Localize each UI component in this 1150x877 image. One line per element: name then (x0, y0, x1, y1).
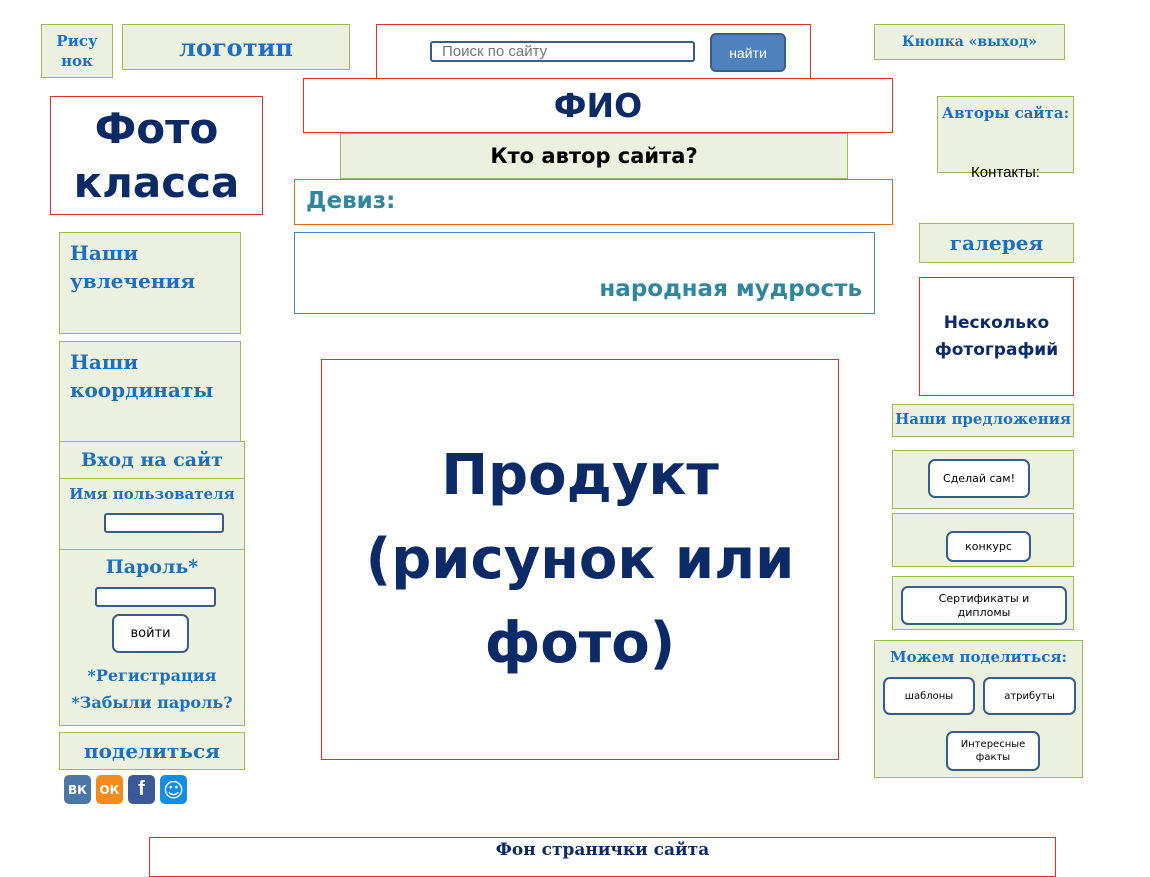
contest-panel: конкурс (892, 513, 1074, 567)
register-link[interactable]: *Регистрация (60, 666, 244, 685)
vk-icon[interactable]: ВК (64, 775, 91, 804)
share-panel: Можем поделиться: шаблоны атрибуты Интер… (874, 640, 1083, 778)
search-button[interactable]: найти (710, 33, 786, 72)
contacts-label: Контакты: (971, 164, 1040, 181)
facebook-icon[interactable]: f (128, 775, 155, 804)
login-title: Вход на сайт (59, 441, 245, 479)
picture-placeholder: Рису нок (41, 24, 113, 78)
search-input[interactable] (430, 41, 695, 62)
several-photos: Несколько фотографий (919, 277, 1074, 396)
class-photo: Фото класса (50, 96, 263, 215)
fio-block: ФИО (303, 78, 893, 133)
search-area: найти (376, 24, 811, 80)
templates-button[interactable]: шаблоны (883, 677, 975, 715)
diy-button[interactable]: Сделай сам! (928, 459, 1030, 498)
motto-block: Девиз: (294, 179, 893, 225)
forgot-password-link[interactable]: *Забыли пароль? (60, 693, 244, 712)
page-background-label: Фон странички сайта (149, 837, 1056, 877)
who-author-block: Кто автор сайта? (340, 133, 848, 179)
share-panel-title: Можем поделиться: (889, 648, 1067, 666)
password-field[interactable] (95, 587, 216, 607)
odnoklassniki-icon[interactable]: ОК (96, 775, 123, 804)
password-section: Пароль* войти *Регистрация *Забыли парол… (59, 549, 245, 726)
facts-button[interactable]: Интересные факты (946, 731, 1040, 771)
password-label: Пароль* (105, 556, 199, 578)
offers-title: Наши предложения (892, 404, 1074, 437)
contest-button[interactable]: конкурс (946, 531, 1031, 562)
mymail-icon[interactable]: ☺ (160, 775, 187, 804)
certificates-panel: Сертификаты и дипломы (892, 576, 1074, 630)
username-field[interactable] (104, 513, 224, 533)
login-button[interactable]: войти (112, 614, 189, 653)
authors-block: Авторы сайта: (937, 96, 1074, 173)
wisdom-block: народная мудрость (294, 232, 875, 314)
exit-button[interactable]: Кнопка «выход» (874, 24, 1065, 60)
username-section: Имя пользователя (59, 478, 245, 550)
product-area: Продукт (рисунок или фото) (321, 359, 839, 760)
nav-coordinates[interactable]: Наши координаты (59, 341, 241, 443)
nav-hobbies[interactable]: Наши увлечения (59, 232, 241, 334)
diy-panel: Сделай сам! (892, 450, 1074, 509)
gallery-link[interactable]: галерея (919, 223, 1074, 263)
certificates-button[interactable]: Сертификаты и дипломы (901, 586, 1067, 625)
attributes-button[interactable]: атрибуты (983, 677, 1076, 715)
logo: логотип (122, 24, 350, 70)
share-label: поделиться (59, 732, 245, 770)
